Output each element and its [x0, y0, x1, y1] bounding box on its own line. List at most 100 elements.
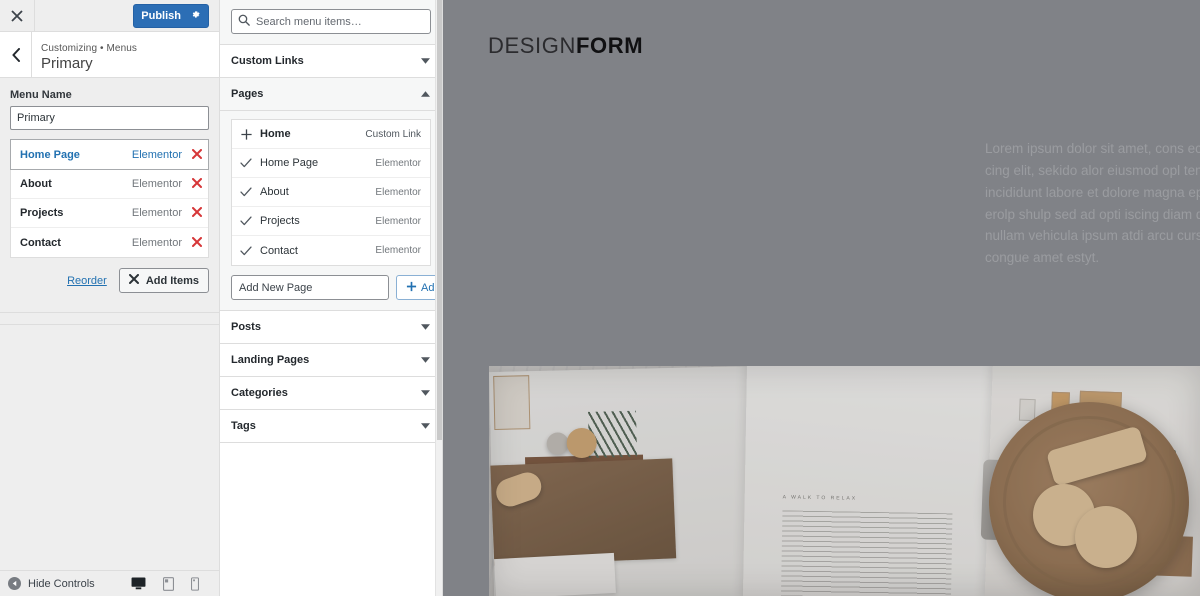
menu-item-label: Projects	[20, 207, 64, 219]
chevron-up-icon	[421, 90, 430, 99]
search-section	[220, 0, 442, 45]
search-input[interactable]	[250, 10, 430, 33]
panel-scrollbar[interactable]	[435, 0, 442, 596]
menu-item-type: Elementor	[131, 148, 182, 161]
panel-filler	[0, 323, 219, 570]
collapse-left-icon	[8, 577, 21, 590]
device-preview-group	[131, 576, 211, 591]
pages-section-body: Home Custom Link Home Page Elementor Abo…	[220, 111, 442, 311]
remove-x-icon[interactable]	[192, 236, 202, 250]
chevron-down-icon	[421, 356, 430, 365]
accordion-pages-label: Pages	[231, 88, 264, 100]
page-list-item-type: Elementor	[375, 215, 421, 227]
mobile-preview-icon[interactable]	[191, 576, 199, 591]
desktop-preview-icon[interactable]	[131, 577, 146, 590]
publish-button[interactable]: Publish	[133, 3, 209, 28]
customizer-app: Publish Customizing • Menus Primary Menu…	[0, 0, 1200, 596]
chevron-down-icon	[421, 57, 430, 66]
menu-item-label: Home Page	[20, 148, 80, 161]
page-list-item[interactable]: Contact Elementor	[232, 236, 430, 265]
accordion-tags[interactable]: Tags	[220, 410, 442, 443]
page-list-item[interactable]: Home Page Elementor	[232, 149, 430, 178]
site-logo-bold: FORM	[575, 33, 644, 58]
page-list-item[interactable]: Projects Elementor	[232, 207, 430, 236]
check-icon	[240, 216, 256, 226]
site-logo[interactable]: DESIGNFORM	[488, 33, 643, 59]
accordion-custom-links-label: Custom Links	[231, 55, 304, 67]
add-items-label: Add Items	[145, 274, 199, 287]
remove-x-icon[interactable]	[192, 206, 202, 220]
menu-items-list: Home Page Elementor About Elementor Proj…	[10, 139, 209, 258]
chevron-left-icon[interactable]	[0, 32, 32, 77]
plus-icon	[240, 128, 256, 141]
publish-button-label: Publish	[141, 9, 181, 22]
menu-name-label: Menu Name	[10, 89, 72, 101]
menu-item-row[interactable]: Projects Elementor	[11, 199, 208, 228]
page-list-item-type: Elementor	[375, 245, 421, 256]
menu-item-type: Elementor	[131, 236, 182, 249]
customizer-panel: Publish Customizing • Menus Primary Menu…	[0, 0, 220, 596]
photo-vignette	[489, 366, 1200, 596]
plus-icon	[406, 281, 417, 295]
site-preview: DESIGNFORM Lorem ipsum dolor sit amet, c…	[443, 0, 1200, 596]
menu-item-type: Elementor	[131, 178, 182, 190]
breadcrumb-path: Customizing • Menus	[41, 42, 137, 54]
accordion-posts-label: Posts	[231, 321, 261, 333]
page-list-item-label: Contact	[260, 244, 298, 257]
check-icon	[240, 187, 256, 197]
add-new-page-input[interactable]	[231, 275, 389, 300]
menu-item-row[interactable]: About Elementor	[11, 170, 208, 199]
accordion-custom-links[interactable]: Custom Links	[220, 45, 442, 78]
gear-icon[interactable]	[190, 9, 201, 23]
menu-item-type: Elementor	[131, 207, 182, 219]
magazine-photo: A WALK TO RELAX	[489, 366, 1200, 596]
breadcrumb: Customizing • Menus Primary	[32, 32, 137, 77]
menu-item-row[interactable]: Contact Elementor	[11, 228, 208, 257]
close-icon[interactable]	[0, 0, 35, 31]
accordion-posts[interactable]: Posts	[220, 311, 442, 344]
pages-list: Home Custom Link Home Page Elementor Abo…	[231, 119, 431, 266]
menu-location-section: Menu Location Here’s where this menu app…	[0, 313, 219, 324]
page-list-item-label: Home Page	[260, 157, 319, 169]
panel-empty-space	[220, 443, 442, 596]
customizer-header: Publish	[0, 0, 219, 32]
page-title: Primary	[41, 54, 93, 72]
accordion-categories-label: Categories	[231, 387, 288, 399]
accordion-landing-pages-label: Landing Pages	[231, 354, 310, 366]
page-list-item-label: Projects	[260, 215, 300, 227]
page-list-item-type: Custom Link	[365, 128, 421, 140]
chevron-down-icon	[421, 323, 430, 332]
add-menu-items-panel: Custom Links Pages Home Cu	[220, 0, 443, 596]
check-icon	[240, 158, 256, 168]
page-list-item-label: Home	[260, 128, 291, 140]
menu-actions: Reorder Add Items	[10, 268, 209, 293]
breadcrumb-bar: Customizing • Menus Primary	[0, 32, 219, 78]
page-list-item[interactable]: Home Custom Link	[232, 120, 430, 149]
menu-name-input[interactable]	[10, 106, 209, 130]
reorder-link[interactable]: Reorder	[67, 275, 107, 287]
menu-item-row[interactable]: Home Page Elementor	[10, 139, 209, 170]
check-icon	[240, 245, 256, 256]
customizer-body: Menu Name Home Page Elementor About	[0, 78, 219, 324]
menu-item-label: About	[20, 178, 52, 190]
customizer-footer: Hide Controls	[0, 570, 219, 596]
remove-x-icon[interactable]	[192, 177, 202, 191]
accordion-pages[interactable]: Pages	[220, 78, 442, 111]
menu-name-section: Menu Name Home Page Elementor About	[0, 78, 219, 301]
x-icon	[128, 274, 139, 287]
accordion-landing-pages[interactable]: Landing Pages	[220, 344, 442, 377]
accordion-tags-label: Tags	[231, 420, 256, 432]
hide-controls-label: Hide Controls	[28, 577, 95, 590]
page-list-item[interactable]: About Elementor	[232, 178, 430, 207]
menu-item-label: Contact	[20, 236, 61, 249]
tablet-preview-icon[interactable]	[163, 576, 174, 591]
page-list-item-type: Elementor	[375, 157, 421, 169]
hide-controls-button[interactable]: Hide Controls	[8, 577, 95, 590]
site-logo-light: DESIGN	[488, 33, 576, 58]
add-new-page-row: Add	[231, 275, 442, 300]
add-items-button[interactable]: Add Items	[118, 268, 209, 293]
remove-x-icon[interactable]	[192, 148, 202, 162]
search-box[interactable]	[231, 9, 431, 34]
accordion-categories[interactable]: Categories	[220, 377, 442, 410]
hero-paragraph: Lorem ipsum dolor sit amet, cons ectet a…	[985, 141, 1200, 266]
